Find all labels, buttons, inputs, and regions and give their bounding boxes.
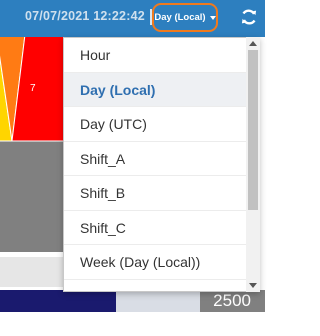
scroll-down-arrow-icon[interactable] [249, 283, 257, 288]
scroll-up-arrow-icon[interactable] [249, 41, 257, 46]
menu-item-hour[interactable]: Hour [64, 38, 259, 73]
period-dropdown-label: Day (Local) [154, 12, 206, 23]
refresh-icon[interactable] [240, 8, 258, 26]
pie-chart: 7 [0, 8, 145, 252]
period-dropdown-menu: Hour Day (Local) Day (UTC) Shift_A Shift… [63, 37, 260, 292]
progress-value: 2500 [213, 291, 251, 310]
menu-item-shift-a[interactable]: Shift_A [64, 142, 259, 176]
menu-item-shift-c[interactable]: Shift_C [64, 211, 259, 245]
pie-chart-panel: 7 [0, 8, 145, 252]
dropdown-scrollbar[interactable] [246, 37, 260, 292]
top-toolbar: 07/07/2021 12:22:42 Day (Local) [0, 0, 265, 37]
scroll-thumb[interactable] [248, 50, 258, 210]
menu-item-week-day-local[interactable]: Week (Day (Local)) [64, 245, 259, 280]
period-dropdown-button[interactable]: Day (Local) [152, 3, 218, 32]
caret-down-icon [209, 15, 216, 20]
timestamp: 07/07/2021 12:22:42 [25, 9, 145, 23]
lower-strip [0, 257, 64, 287]
menu-item-day-local[interactable]: Day (Local) [64, 72, 259, 107]
progress-bar: 2500 [0, 290, 265, 312]
menu-item-week-day-utc[interactable]: Week (Day (UTC)) [64, 280, 259, 292]
menu-item-shift-b[interactable]: Shift_B [64, 176, 259, 211]
menu-item-day-utc[interactable]: Day (UTC) [64, 107, 259, 142]
progress-track [116, 290, 200, 312]
pie-slice-value-label: 7 [30, 83, 36, 94]
progress-fill [0, 290, 116, 312]
